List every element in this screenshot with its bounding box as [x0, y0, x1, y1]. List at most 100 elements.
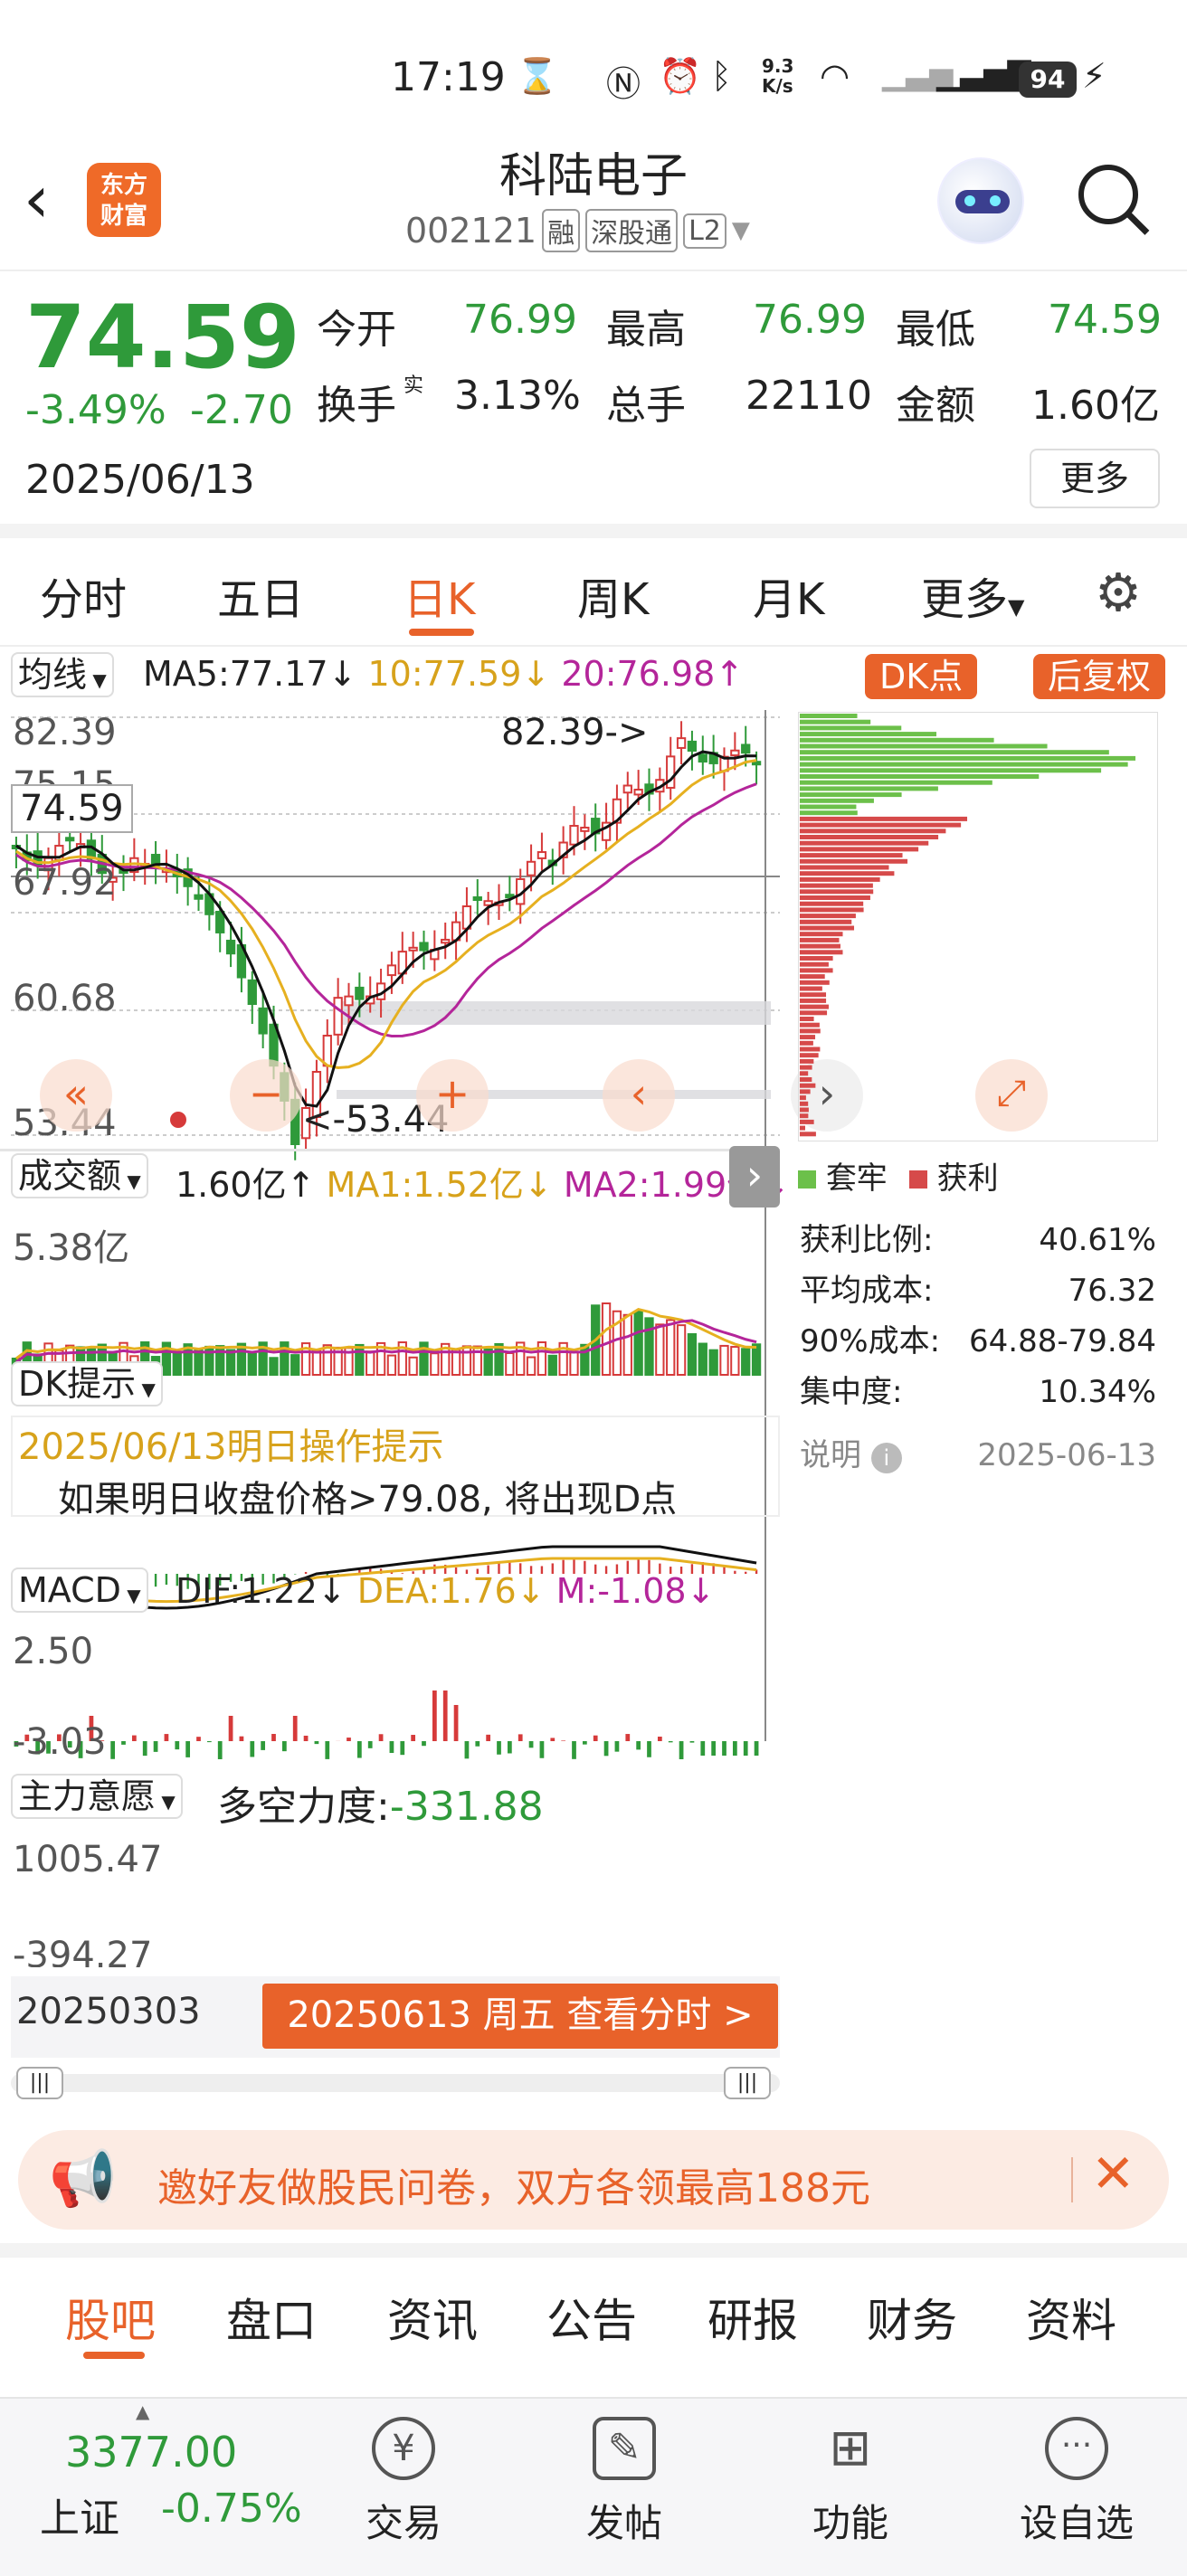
- tab-five-day[interactable]: 五日: [217, 564, 304, 627]
- main-force-bar: [229, 1716, 233, 1741]
- main-force-bar: [250, 1741, 254, 1757]
- macd-y-bottom: -3.03: [13, 1721, 107, 1763]
- chip-note[interactable]: 说明 i: [800, 1430, 902, 1481]
- tab-research[interactable]: 研报: [707, 2285, 798, 2350]
- main-force-bar: [572, 1741, 576, 1759]
- tab-profile[interactable]: 资料: [1026, 2285, 1116, 2350]
- tab-news[interactable]: 资讯: [387, 2285, 478, 2350]
- volume-bar: [388, 1356, 395, 1375]
- candle: [688, 742, 696, 751]
- timeline-start: 20250303: [16, 1991, 201, 2032]
- range-handle-right[interactable]: |||: [724, 2067, 771, 2099]
- ma-select[interactable]: 均线 ▼: [11, 652, 114, 697]
- chip-bar: [800, 1108, 809, 1113]
- scroll-left-icon[interactable]: «: [40, 1059, 112, 1132]
- volume-bar: [549, 1356, 556, 1375]
- main-force-bar: [465, 1741, 470, 1758]
- main-force-value: -331.88: [390, 1784, 544, 1830]
- candle: [753, 762, 760, 764]
- chip-bar: [800, 956, 833, 961]
- main-force-bars: [14, 1690, 759, 1759]
- stock-name: 科陆电子: [362, 145, 825, 208]
- chip-bar: [800, 1095, 806, 1100]
- step-left-icon[interactable]: ‹: [603, 1059, 675, 1132]
- low-value: 74.59: [1048, 297, 1162, 343]
- main-force-select[interactable]: 主力意愿 ▼: [11, 1774, 183, 1819]
- main-force-bar: [432, 1690, 437, 1741]
- main-force-bar: [400, 1741, 404, 1755]
- volume-value: 1.60亿: [176, 1165, 287, 1205]
- battery-icon: 94: [1019, 62, 1077, 98]
- tab-weekly-k[interactable]: 周K: [577, 564, 649, 627]
- signal-dot: [170, 1112, 186, 1128]
- index-ticker[interactable]: ▲ 3377.00 上证 -0.75%: [0, 2399, 290, 2576]
- hourglass-icon: ⌛: [516, 56, 558, 97]
- macd-y-top: 2.50: [13, 1631, 93, 1672]
- chip-bar: [800, 720, 870, 724]
- close-icon[interactable]: ✕: [1091, 2143, 1135, 2204]
- candle: [409, 948, 416, 951]
- chip-bar: [800, 907, 864, 912]
- range-slider[interactable]: [11, 2074, 780, 2092]
- robot-assistant-icon[interactable]: [937, 157, 1024, 244]
- adjust-button[interactable]: 后复权: [1033, 654, 1165, 699]
- zoom-in-icon[interactable]: +: [416, 1059, 489, 1132]
- turnover-sup: 实: [404, 369, 423, 398]
- volume-bar: [409, 1358, 416, 1375]
- chip-bar: [800, 1053, 819, 1057]
- tab-intraday[interactable]: 分时: [40, 564, 127, 627]
- chip-bar: [800, 877, 880, 882]
- chip-key: 集中度:: [800, 1367, 902, 1417]
- chevron-down-icon[interactable]: ▼: [732, 217, 750, 244]
- tab-announcement[interactable]: 公告: [546, 2285, 637, 2350]
- view-intraday-button[interactable]: 20250613 周五 查看分时 >: [262, 1984, 778, 2049]
- chip-bar: [800, 950, 842, 954]
- macd-legend: DIF:1.22↓ DEA:1.76↓ M:-1.08↓: [176, 1571, 715, 1611]
- volume-bar: [506, 1353, 513, 1375]
- tab-guba[interactable]: 股吧: [65, 2285, 156, 2350]
- promo-banner[interactable]: 📢 邀好友做股民问卷，双方各领最高188元 ✕: [18, 2130, 1169, 2230]
- dk-point-button[interactable]: DK点: [865, 654, 977, 699]
- chip-value: 76.32: [1068, 1265, 1156, 1316]
- volume-select[interactable]: 成交额 ▼: [11, 1153, 148, 1198]
- volume-bar: [667, 1320, 674, 1375]
- nav-customize[interactable]: ··· 设自选: [1013, 2417, 1140, 2548]
- tab-more[interactable]: 更多▼: [921, 564, 1024, 627]
- dk-select[interactable]: DK提示 ▼: [11, 1361, 163, 1406]
- main-force-bar: [154, 1741, 158, 1752]
- main-force-bar: [497, 1741, 501, 1755]
- low-label: 最低: [896, 297, 975, 355]
- main-force-bar: [700, 1741, 705, 1756]
- main-force-bar: [357, 1741, 362, 1758]
- back-icon[interactable]: ‹: [24, 161, 50, 237]
- period-tabs: 分时 五日 日K 周K 月K 更多▼ ⚙: [0, 538, 1187, 647]
- tab-pankou[interactable]: 盘口: [226, 2285, 317, 2350]
- volume-bar: [227, 1350, 234, 1375]
- nav-post[interactable]: ✎ 发帖: [579, 2417, 669, 2548]
- macd-dea: DEA:1.76: [357, 1571, 517, 1611]
- chip-bar: [800, 1028, 821, 1033]
- chip-bar: [800, 932, 842, 936]
- settings-gear-icon[interactable]: ⚙: [1095, 562, 1142, 623]
- tab-monthly-k[interactable]: 月K: [753, 564, 824, 627]
- chip-date: 2025-06-13: [977, 1430, 1156, 1481]
- candle: [731, 751, 738, 755]
- nav-function[interactable]: ⊞ 功能: [805, 2417, 896, 2548]
- caret-down-icon: ▼: [1008, 594, 1024, 620]
- expand-arrow-icon[interactable]: ›: [729, 1146, 780, 1208]
- chip-note-label: 说明: [800, 1437, 861, 1473]
- tab-finance[interactable]: 财务: [867, 2285, 957, 2350]
- candle: [742, 744, 749, 753]
- range-handle-left[interactable]: |||: [16, 2067, 63, 2099]
- app-logo[interactable]: 东方 财富: [87, 163, 161, 237]
- alarm-icon: ⏰: [659, 56, 701, 97]
- zoom-out-icon[interactable]: −: [230, 1059, 302, 1132]
- tab-daily-k[interactable]: 日K: [404, 564, 475, 627]
- chip-bar: [800, 774, 1039, 779]
- nav-trade[interactable]: ¥ 交易: [358, 2417, 449, 2548]
- macd-select[interactable]: MACD ▼: [11, 1567, 148, 1613]
- more-button[interactable]: 更多: [1030, 449, 1160, 508]
- main-force-bar: [165, 1734, 169, 1741]
- candle: [570, 826, 577, 845]
- legend-trapped: 套牢: [826, 1160, 888, 1197]
